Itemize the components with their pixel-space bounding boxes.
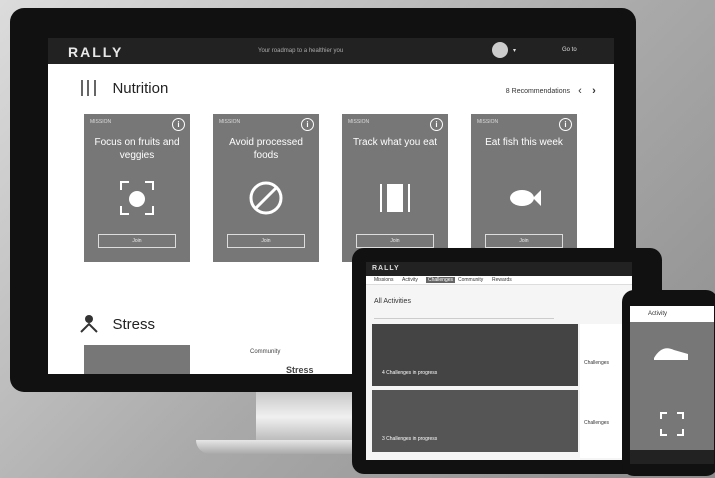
- filter-bar[interactable]: [374, 312, 554, 319]
- scan-frame-icon: [660, 412, 684, 436]
- phone-device: Activity: [622, 290, 715, 476]
- info-icon[interactable]: i: [301, 118, 314, 131]
- tablet-nav: Missions Activity Challenges Community R…: [366, 276, 632, 285]
- card-title: Stress: [286, 365, 314, 374]
- rally-logo[interactable]: RALLY: [372, 265, 400, 272]
- recommendations-link[interactable]: 8 Recommendations: [506, 88, 570, 95]
- section-title: Stress: [112, 315, 155, 333]
- tablet-heading: All Activities: [374, 298, 411, 305]
- join-button[interactable]: Join: [98, 234, 176, 248]
- food-tracker-icon: [380, 184, 410, 212]
- phone-header: Activity: [630, 306, 714, 322]
- mission-card[interactable]: Mission i Focus on fruits and veggies Jo…: [84, 114, 190, 262]
- tab-challenges[interactable]: Challenges: [426, 277, 456, 283]
- tablet-top-bar: RALLY: [366, 262, 632, 276]
- card-label: Mission: [219, 119, 241, 125]
- tagline: Your roadmap to a healthier you: [258, 48, 344, 54]
- card-label: Mission: [477, 119, 499, 125]
- user-menu-link[interactable]: Go to: [562, 47, 577, 53]
- banner-text: 3 Challenges in progress: [382, 436, 438, 442]
- next-arrow-icon[interactable]: ›: [588, 85, 600, 97]
- tab-activity[interactable]: Activity: [402, 277, 418, 283]
- apple-scan-icon: [120, 181, 154, 215]
- tablet-sidebar: Challenges Challenges: [580, 324, 628, 458]
- tablet-device: RALLY Missions Activity Challenges Commu…: [352, 248, 662, 474]
- phone-screen: Activity: [630, 306, 714, 464]
- card-title: Focus on fruits and veggies: [94, 137, 180, 161]
- card-title: Eat fish this week: [485, 137, 563, 148]
- fish-icon: [510, 190, 541, 206]
- shoe-icon: [654, 348, 688, 360]
- monitor-stand: [256, 392, 366, 442]
- join-button[interactable]: Join: [485, 234, 563, 248]
- card-label: Community: [250, 349, 281, 355]
- username[interactable]: ▾: [513, 47, 516, 54]
- fork-knife-icon: [78, 78, 100, 98]
- tab-community[interactable]: Community: [458, 277, 483, 283]
- stress-heading: Stress: [78, 314, 155, 338]
- no-food-icon: [249, 181, 283, 215]
- challenge-banner[interactable]: 3 Challenges in progress: [372, 390, 578, 452]
- challenge-banner[interactable]: 4 Challenges in progress: [372, 324, 578, 386]
- tablet-screen: RALLY Missions Activity Challenges Commu…: [366, 262, 632, 460]
- join-button[interactable]: Join: [356, 234, 434, 248]
- top-nav-bar: RALLY Your roadmap to a healthier you ▾ …: [48, 38, 614, 64]
- stress-card[interactable]: Community Stress: [246, 345, 352, 374]
- tab-rewards[interactable]: Rewards: [492, 277, 512, 283]
- mission-card[interactable]: Mission i Avoid processed foods Join: [213, 114, 319, 262]
- info-icon[interactable]: i: [172, 118, 185, 131]
- nutrition-heading: Nutrition: [78, 78, 168, 102]
- section-title: Nutrition: [112, 79, 169, 97]
- tab-missions[interactable]: Missions: [374, 277, 393, 283]
- banner-text: 4 Challenges in progress: [382, 370, 438, 376]
- card-title: Avoid processed foods: [229, 137, 303, 161]
- rally-logo[interactable]: RALLY: [68, 44, 123, 60]
- stress-card[interactable]: [84, 345, 190, 374]
- info-icon[interactable]: i: [430, 118, 443, 131]
- avatar[interactable]: [492, 42, 508, 58]
- card-label: Mission: [90, 119, 112, 125]
- phone-tab-bar[interactable]: [630, 450, 714, 464]
- card-title: Track what you eat: [352, 137, 438, 148]
- mission-card[interactable]: Mission i Eat fish this week Join: [471, 114, 577, 262]
- mission-card[interactable]: Mission i Track what you eat Join: [342, 114, 448, 262]
- card-label: Mission: [348, 119, 370, 125]
- info-icon[interactable]: i: [559, 118, 572, 131]
- join-button[interactable]: Join: [227, 234, 305, 248]
- stress-person-icon: [78, 314, 100, 334]
- previous-arrow-icon[interactable]: ‹: [574, 85, 586, 97]
- sidebar-label: Challenges: [584, 420, 610, 426]
- phone-title: Activity: [648, 311, 668, 317]
- sidebar-label: Challenges: [584, 360, 610, 366]
